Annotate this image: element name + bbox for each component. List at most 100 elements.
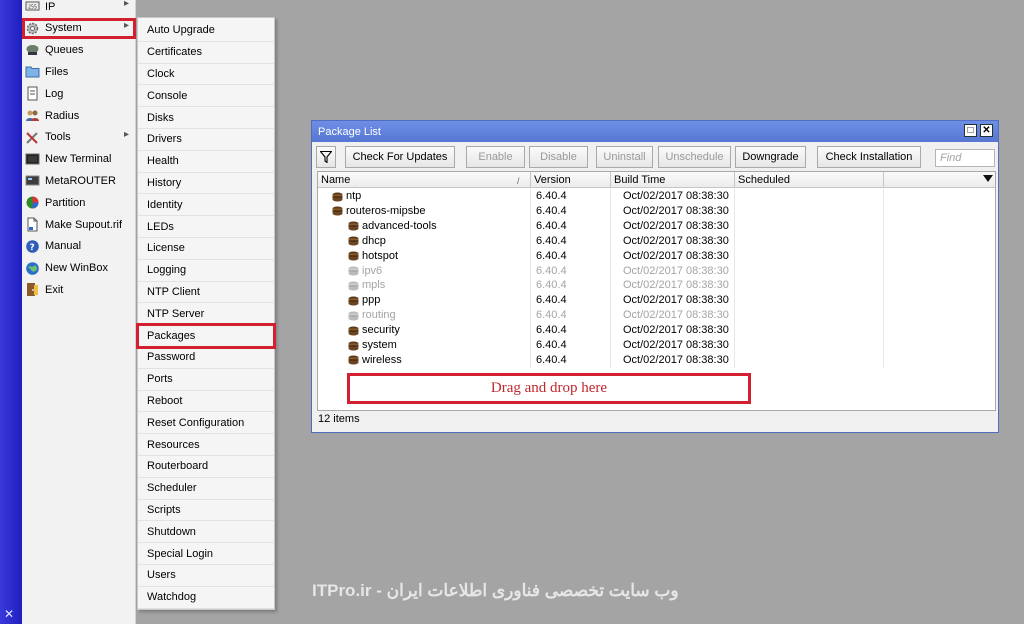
close-icon[interactable]: ✕ [4,608,14,620]
cell-scheduled [735,218,884,234]
menu-item-metarouter[interactable]: MetaROUTER [22,170,136,191]
menu-item-new-winbox[interactable]: New WinBox [22,258,136,279]
column-header-name[interactable]: Name / [318,172,531,188]
submenu-item-packages[interactable]: Packages [136,323,276,349]
submenu-item-ports[interactable]: Ports [138,369,274,391]
svg-text:?: ? [30,243,35,253]
enable-button[interactable]: Enable [466,146,525,168]
table-row[interactable]: ntp 6.40.4 Oct/02/2017 08:38:30 [318,189,995,204]
submenu-item-certificates[interactable]: Certificates [138,42,274,64]
submenu-item-scripts[interactable]: Scripts [138,500,274,522]
column-header-extra [884,172,995,188]
submenu-item-logging[interactable]: Logging [138,260,274,282]
cell-name: hotspot [318,248,531,264]
column-dropdown-icon[interactable] [983,175,993,182]
find-input[interactable] [935,149,995,167]
table-row[interactable]: security 6.40.4 Oct/02/2017 08:38:30 [318,323,995,339]
submenu-item-reset-configuration[interactable]: Reset Configuration [138,412,274,435]
menu-item-label: Queues [45,44,84,57]
table-row[interactable]: hotspot 6.40.4 Oct/02/2017 08:38:30 [318,248,995,264]
check-installation-button[interactable]: Check Installation [817,146,921,168]
submenu-item-watchdog[interactable]: Watchdog [138,587,274,609]
close-icon[interactable]: ✕ [980,124,993,137]
menu-item-new-terminal[interactable]: New Terminal [22,149,136,170]
table-row[interactable]: routeros-mipsbe 6.40.4 Oct/02/2017 08:38:3… [318,203,995,219]
maximize-icon[interactable]: □ [964,124,977,137]
cell-scheduled [735,278,884,294]
menu-item-ip[interactable]: 255 IP ▸ [22,0,136,17]
table-row[interactable]: ppp 6.40.4 Oct/02/2017 08:38:30 [318,293,995,309]
menu-item-exit[interactable]: Exit [22,279,136,300]
table-row[interactable]: advanced-tools 6.40.4 Oct/02/2017 08:38:30 [318,218,995,234]
submenu-item-ntp-client[interactable]: NTP Client [138,282,274,304]
cell-scheduled [735,233,884,249]
cell-scheduled [735,293,884,309]
uninstall-button[interactable]: Uninstall [596,146,653,168]
submenu-item-resources[interactable]: Resources [138,434,274,456]
submenu-item-routerboard[interactable]: Routerboard [138,456,274,478]
filter-button[interactable] [316,146,336,168]
submenu-item-users[interactable]: Users [138,565,274,587]
table-row[interactable]: ipv6 6.40.4 Oct/02/2017 08:38:30 [318,263,995,279]
menu-item-queues[interactable]: Queues [22,40,136,61]
submenu-item-reboot[interactable]: Reboot [138,391,274,413]
column-header-scheduled[interactable]: Scheduled [735,172,884,188]
submenu-item-ntp-server[interactable]: NTP Server [138,303,274,326]
submenu-item-shutdown[interactable]: Shutdown [138,521,274,544]
cell-name: ipv6 [318,263,531,279]
menu-item-log[interactable]: Log [22,83,136,104]
menu-item-files[interactable]: Files [22,61,136,82]
menu-item-label: MetaROUTER [45,174,116,187]
table-row[interactable]: wireless 6.40.4 Oct/02/2017 08:38:30 [318,352,995,368]
cell-filler [884,249,995,264]
cell-build-time: Oct/02/2017 08:38:30 [611,323,735,339]
package-icon [348,311,359,321]
unschedule-button[interactable]: Unschedule [658,146,731,168]
submenu-item-disks[interactable]: Disks [138,107,274,129]
menu-item-tools[interactable]: Tools ▸ [22,127,136,148]
downgrade-button[interactable]: Downgrade [735,146,806,168]
submenu-item-clock[interactable]: Clock [138,64,274,86]
submenu-item-leds[interactable]: LEDs [138,216,274,238]
menu-item-make-supout-rif[interactable]: Make Supout.rif [22,214,136,235]
table-row[interactable]: system 6.40.4 Oct/02/2017 08:38:30 [318,338,995,353]
cell-filler [884,278,995,293]
table-row[interactable]: dhcp 6.40.4 Oct/02/2017 08:38:30 [318,233,995,249]
cell-build-time: Oct/02/2017 08:38:30 [611,338,735,353]
table-row[interactable]: mpls 6.40.4 Oct/02/2017 08:38:30 [318,278,995,294]
cell-filler [884,189,995,204]
package-name: security [362,324,400,337]
package-icon [348,281,359,291]
column-label: Name [321,174,351,186]
window-titlebar[interactable]: Package List □ ✕ [312,121,998,142]
exit-icon [25,282,40,297]
cell-scheduled [735,338,884,353]
submenu-item-history[interactable]: History [138,173,274,195]
check-for-updates-button[interactable]: Check For Updates [345,146,455,168]
filter-icon [320,151,332,163]
submenu-item-auto-upgrade[interactable]: Auto Upgrade [138,20,274,42]
submenu-item-scheduler[interactable]: Scheduler [138,478,274,500]
package-name: mpls [362,279,386,292]
package-icon [348,221,359,231]
submenu-item-identity[interactable]: Identity [138,194,274,217]
submenu-item-drivers[interactable]: Drivers [138,129,274,151]
submenu-item-license[interactable]: License [138,238,274,260]
menu-item-partition[interactable]: Partition [22,192,136,213]
package-icon [332,206,343,216]
column-header-build-time[interactable]: Build Time [611,172,735,188]
menu-item-manual[interactable]: ? Manual [22,236,136,257]
submenu-item-special-login[interactable]: Special Login [138,543,274,565]
cell-version: 6.40.4 [531,323,611,339]
table-row[interactable]: routing 6.40.4 Oct/02/2017 08:38:30 [318,308,995,324]
submenu-item-console[interactable]: Console [138,85,274,108]
menu-item-radius[interactable]: Radius [22,105,136,126]
submenu-item-health[interactable]: Health [138,151,274,173]
menu-item-label: Log [45,87,64,100]
drag-and-drop-zone[interactable]: Drag and drop here [347,373,751,404]
cell-name: routing [318,308,531,324]
disable-button[interactable]: Disable [529,146,588,168]
column-header-version[interactable]: Version [531,172,611,188]
submenu-item-password[interactable]: Password [138,347,274,369]
menu-item-system[interactable]: System ▸ [22,17,136,39]
